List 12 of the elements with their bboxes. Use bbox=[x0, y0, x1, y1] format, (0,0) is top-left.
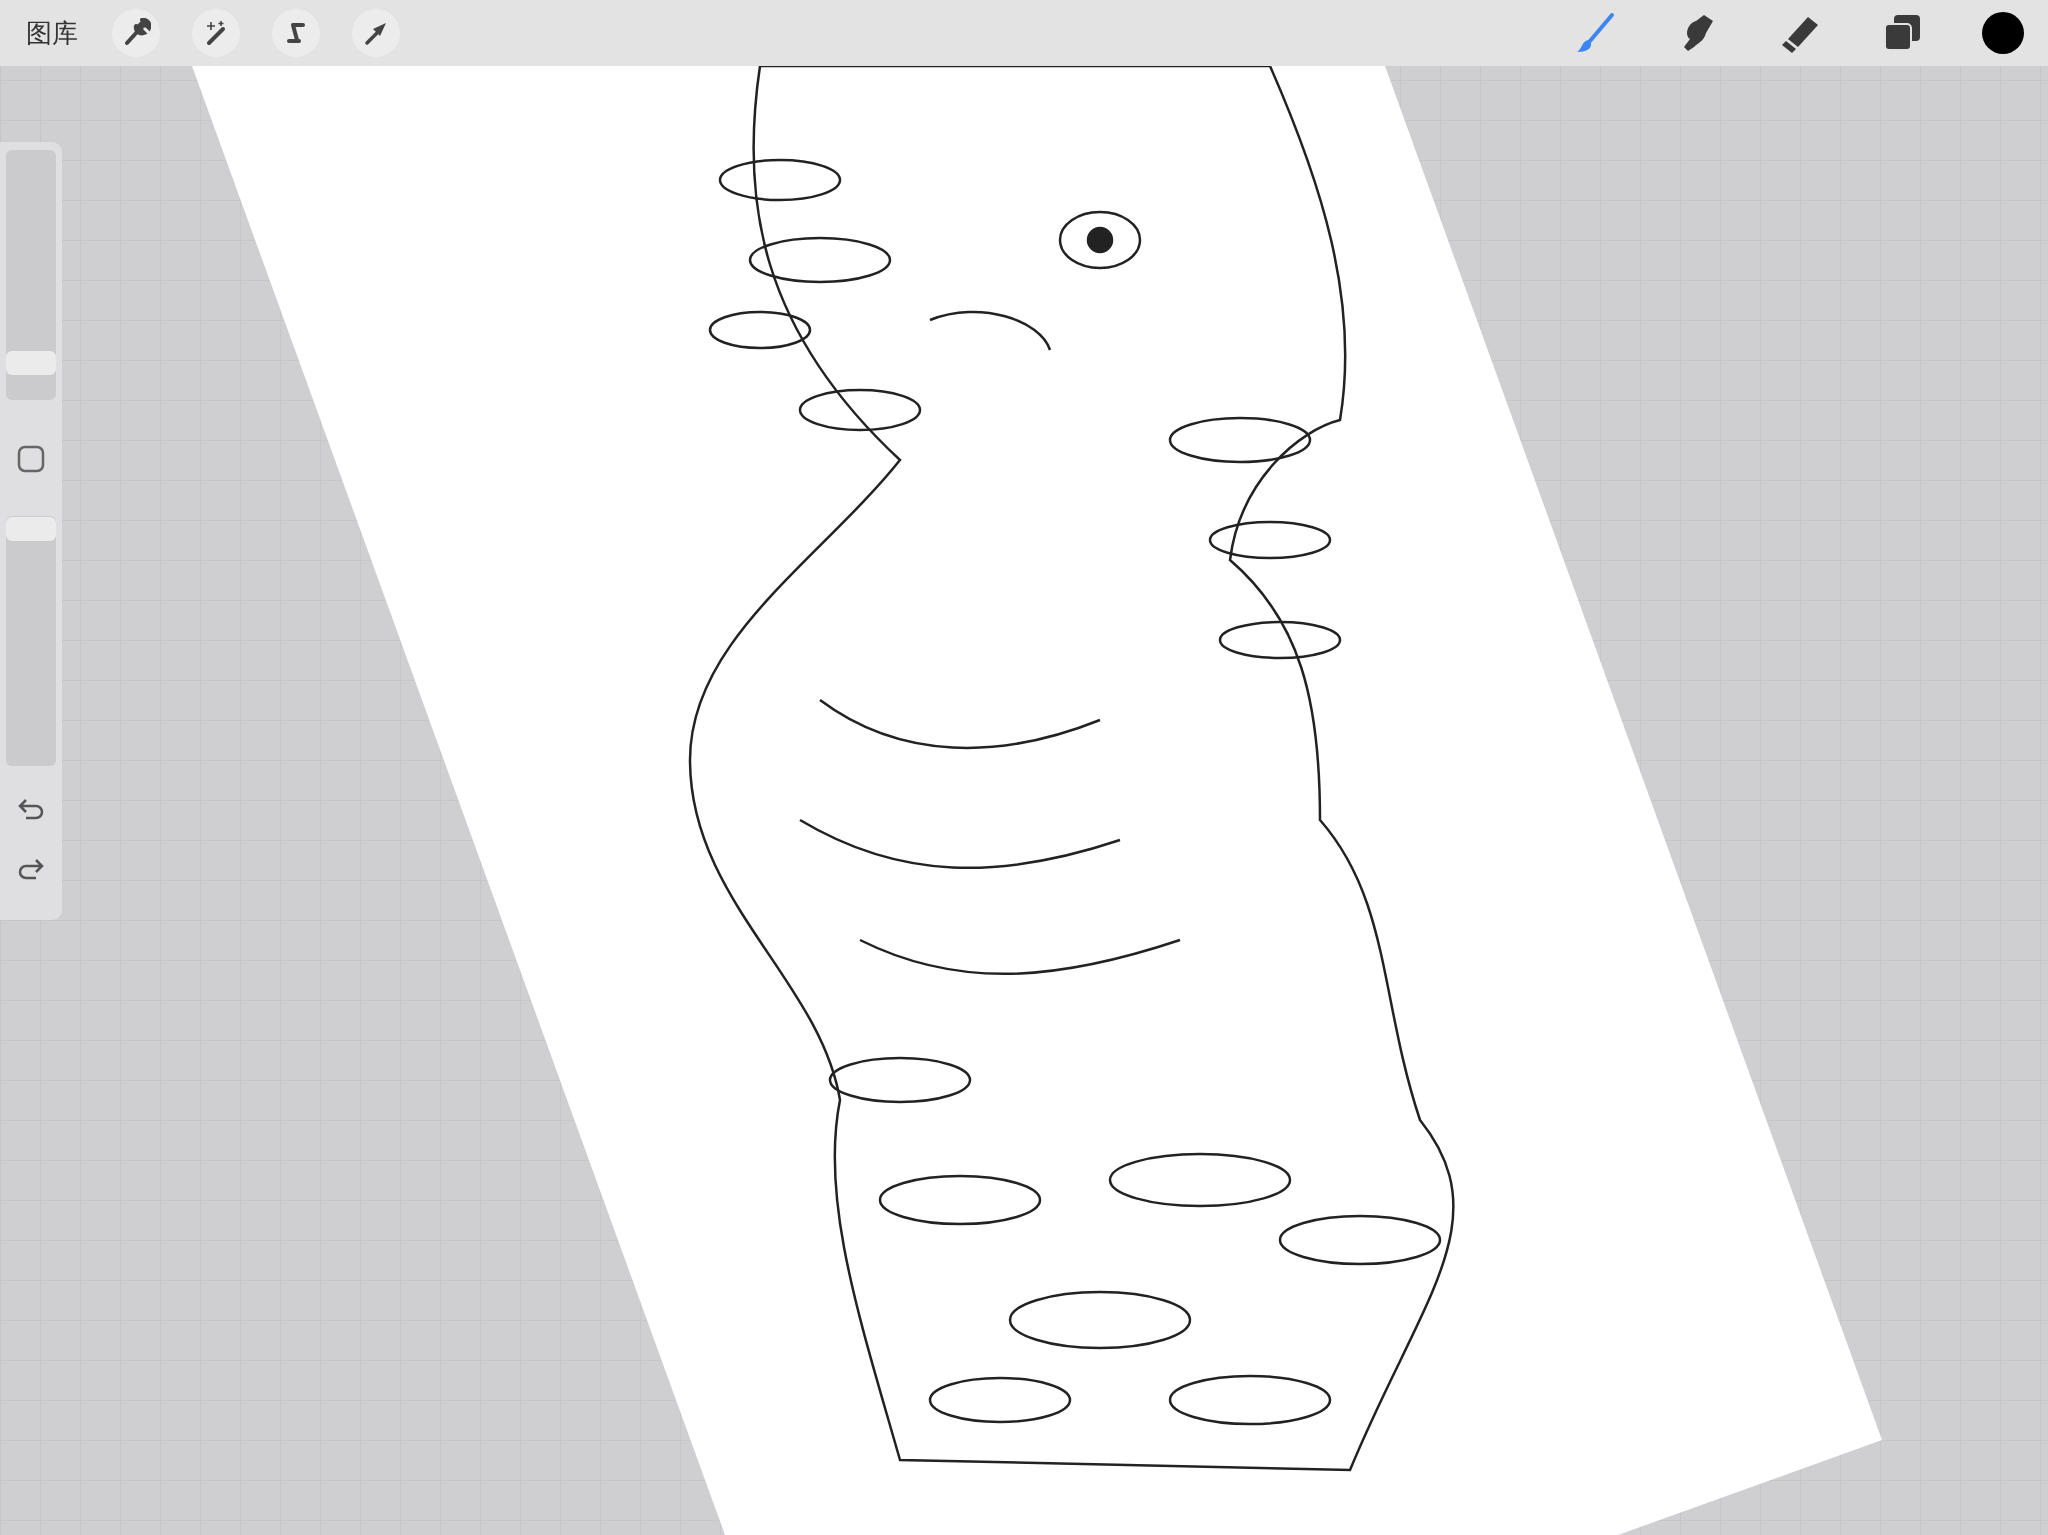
redo-icon[interactable] bbox=[16, 856, 46, 882]
selection-icon[interactable] bbox=[272, 9, 320, 57]
undo-icon[interactable] bbox=[16, 796, 46, 822]
opacity-slider[interactable] bbox=[6, 516, 56, 766]
slider-thumb[interactable] bbox=[6, 516, 56, 541]
color-swatch[interactable] bbox=[1982, 12, 2024, 54]
brush-size-slider[interactable] bbox=[6, 150, 56, 400]
wrench-icon[interactable] bbox=[112, 9, 160, 57]
slider-thumb[interactable] bbox=[6, 350, 56, 375]
square-icon[interactable] bbox=[16, 444, 46, 474]
gallery-button[interactable]: 图库 bbox=[26, 15, 78, 51]
magic-wand-icon[interactable] bbox=[192, 9, 240, 57]
